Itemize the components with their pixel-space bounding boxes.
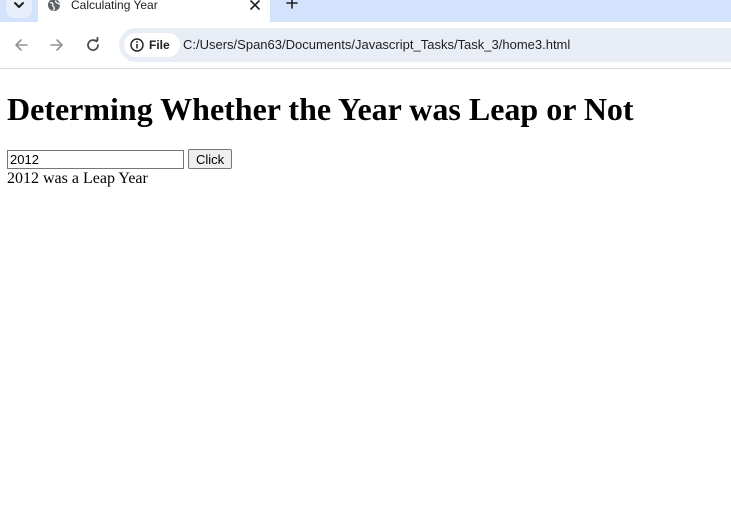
reload-icon	[87, 37, 99, 51]
browser-tab[interactable]: Calculating Year	[38, 0, 270, 22]
reload-button[interactable]	[84, 36, 102, 54]
tab-search-button[interactable]	[6, 0, 32, 18]
tab-title: Calculating Year	[71, 0, 158, 12]
site-info-label: File	[149, 38, 170, 52]
info-icon	[130, 38, 144, 52]
click-button[interactable]: Click	[188, 149, 233, 169]
back-button[interactable]	[12, 36, 30, 54]
page-heading: Determing Whether the Year was Leap or N…	[7, 91, 634, 127]
tab-strip: Calculating Year	[0, 0, 731, 22]
plus-icon	[286, 0, 298, 9]
browser-toolbar: File C:/Users/Span63/Documents/Javascrip…	[0, 22, 731, 69]
year-input[interactable]	[7, 149, 184, 169]
arrow-right-icon	[50, 39, 63, 51]
tab-close-button[interactable]	[247, 0, 263, 13]
globe-icon	[48, 0, 61, 11]
result-text: 2012 was a Leap Year	[7, 170, 148, 187]
url-text[interactable]: C:/Users/Span63/Documents/Javascript_Tas…	[183, 37, 570, 52]
new-tab-button[interactable]	[283, 0, 301, 12]
chevron-down-icon	[14, 2, 24, 8]
close-icon	[250, 0, 260, 10]
site-info-chip[interactable]: File	[124, 33, 180, 57]
page-content: Determing Whether the Year was Leap or N…	[0, 69, 731, 517]
arrow-left-icon	[15, 39, 28, 51]
address-bar[interactable]: File C:/Users/Span63/Documents/Javascrip…	[119, 28, 731, 62]
year-form: Click	[7, 149, 233, 169]
forward-button[interactable]	[48, 36, 66, 54]
